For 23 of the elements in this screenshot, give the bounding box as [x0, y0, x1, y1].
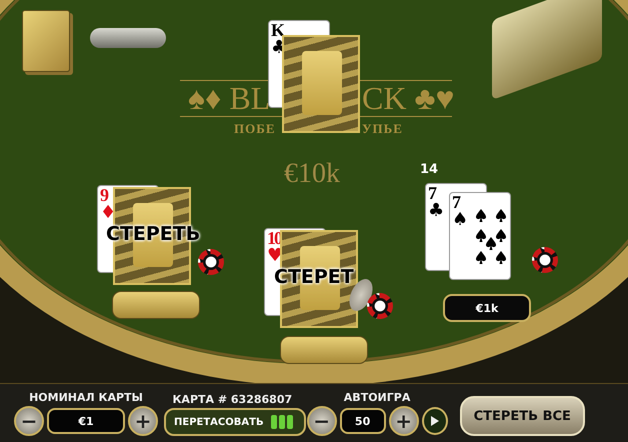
card-value-label: НОМИНАЛ КАРТЫ — [29, 391, 143, 404]
shuffle-button[interactable]: ПЕРЕТАСОВАТЬ — [164, 408, 306, 436]
play-button[interactable] — [422, 407, 448, 435]
clear-all-button[interactable]: СТЕРЕТЬ ВСЕ — [460, 396, 585, 436]
table-subtitle: ПОБЕ — [234, 121, 276, 137]
decrease-button[interactable]: − — [306, 406, 337, 436]
bet-plate: €1k — [443, 294, 531, 322]
card-number-label: КАРТА # 63286807 — [172, 393, 292, 406]
playing-card: 7 ♠ — [449, 192, 511, 280]
pot-amount: €10k — [284, 158, 340, 190]
autoplay-count-display: 50 — [340, 408, 386, 434]
card-deck-icon — [22, 10, 70, 72]
card-value-display: €1 — [47, 408, 125, 434]
indicator-lights-icon — [270, 415, 293, 429]
autoplay-label: АВТОИГРА — [344, 391, 410, 404]
decrease-button[interactable]: − — [14, 406, 44, 436]
table-subtitle: УПЬЕ — [362, 121, 403, 137]
table-logo-text: CK ♣♥ — [362, 82, 454, 114]
increase-button[interactable]: + — [388, 406, 419, 436]
play-icon — [430, 416, 439, 426]
card-tray-icon — [90, 28, 166, 48]
hand-score: 14 — [420, 162, 438, 177]
increase-button[interactable]: + — [128, 406, 158, 436]
